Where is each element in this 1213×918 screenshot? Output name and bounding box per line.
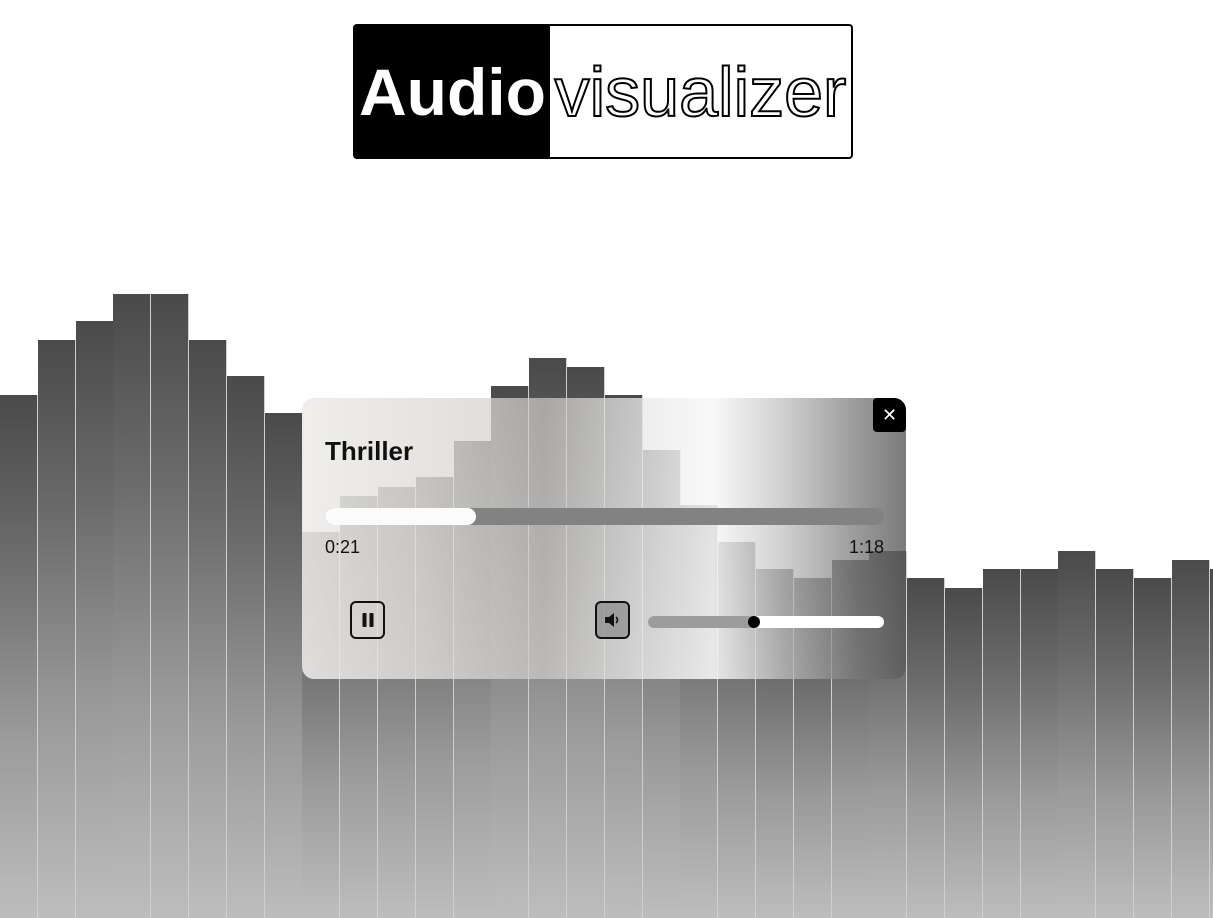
visualizer-bar	[1172, 560, 1210, 918]
visualizer-bar	[1096, 569, 1134, 918]
time-current: 0:21	[325, 537, 361, 557]
volume-icon	[604, 613, 618, 627]
visualizer-bar	[265, 413, 303, 918]
visualizer-bar	[227, 376, 265, 918]
audio-visualizer-app: Audio visualizer Thriller ✕ 0:21 1:18	[0, 0, 1213, 918]
visualizer-bar	[945, 588, 983, 918]
visualizer-bar	[189, 340, 227, 918]
visualizer-bar	[1021, 569, 1059, 918]
visualizer-bar	[0, 395, 38, 918]
player-card: Thriller ✕ 0:21 1:18	[302, 398, 906, 679]
visualizer-bar	[113, 294, 151, 918]
logo-word-visualizer: visualizer	[554, 52, 848, 132]
progress-fill	[325, 508, 476, 525]
app-logo: Audio visualizer	[353, 24, 853, 159]
visualizer-bar	[1058, 551, 1096, 918]
visualizer-bar	[1134, 578, 1172, 918]
visualizer-bar	[38, 340, 76, 918]
visualizer-bar	[983, 569, 1021, 918]
visualizer-bar	[151, 294, 189, 918]
logo-word-audio: Audio	[355, 26, 550, 157]
volume-fill	[648, 616, 755, 628]
track-title: Thriller	[325, 436, 414, 466]
close-icon: ✕	[881, 404, 898, 426]
visualizer-bar	[907, 578, 945, 918]
volume-slider-handle[interactable]	[748, 616, 760, 628]
pause-icon	[362, 613, 373, 627]
close-button[interactable]: ✕	[873, 398, 906, 432]
time-total: 1:18	[848, 537, 884, 557]
visualizer-bar	[76, 321, 114, 918]
progress-bar[interactable]	[325, 508, 884, 525]
volume-slider[interactable]	[648, 616, 884, 628]
volume-button[interactable]	[595, 601, 630, 639]
pause-button[interactable]	[350, 601, 385, 639]
